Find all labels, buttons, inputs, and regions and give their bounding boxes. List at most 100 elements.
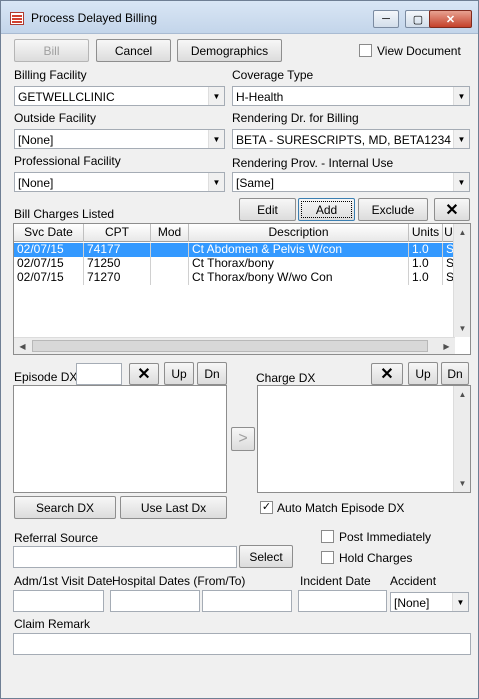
rendering-dr-value: BETA - SURESCRIPTS, MD, BETA1234 <box>236 133 451 147</box>
adm-visit-date-input[interactable] <box>13 590 104 612</box>
minimize-button[interactable]: ─ <box>373 10 399 28</box>
vertical-scrollbar[interactable]: ▲ ▼ <box>453 224 470 337</box>
use-last-dx-button[interactable]: Use Last Dx <box>120 496 227 519</box>
close-icon: ✕ <box>380 366 394 383</box>
cpt-cell: 71270 <box>84 271 151 285</box>
edit-button[interactable]: Edit <box>239 198 296 221</box>
rendering-prov-select[interactable]: [Same] ▼ <box>232 172 470 192</box>
column-header[interactable]: Svc Date <box>14 224 84 242</box>
scroll-right-icon[interactable]: ▶ <box>438 338 455 354</box>
claim-remark-label: Claim Remark <box>14 617 91 631</box>
auto-match-checkbox[interactable]: ✓ <box>260 501 273 514</box>
close-icon: ✕ <box>445 13 456 26</box>
charge-dx-dn-button[interactable]: Dn <box>441 362 469 385</box>
horizontal-scrollbar[interactable]: ◀ ▶ <box>14 337 455 354</box>
scroll-down-icon[interactable]: ▼ <box>454 320 470 337</box>
coverage-type-select[interactable]: H-Health ▼ <box>232 86 470 106</box>
exclude-button[interactable]: Exclude <box>358 198 428 221</box>
hospital-date-to-input[interactable] <box>202 590 292 612</box>
add-button[interactable]: Add <box>298 198 355 221</box>
search-dx-button[interactable]: Search DX <box>14 496 116 519</box>
scroll-left-icon[interactable]: ◀ <box>14 338 31 354</box>
units-cell: 1.0 <box>409 271 443 285</box>
referral-select-button[interactable]: Select <box>239 545 293 568</box>
episode-dx-delete-button[interactable]: ✕ <box>129 363 159 385</box>
scroll-up-icon[interactable]: ▲ <box>454 224 470 241</box>
outside-facility-value: [None] <box>18 133 54 147</box>
episode-dx-list[interactable] <box>13 385 227 493</box>
table-row[interactable]: 02/07/15 71270 Ct Thorax/bony W/wo Con 1… <box>14 271 455 285</box>
column-header[interactable]: CPT <box>84 224 151 242</box>
charge-dx-delete-button[interactable]: ✕ <box>371 363 403 385</box>
episode-dx-up-button[interactable]: Up <box>164 362 194 385</box>
post-immediately-checkbox[interactable] <box>321 530 334 543</box>
chevron-down-icon: ▼ <box>453 130 469 148</box>
svc-date-cell: 02/07/15 <box>14 243 84 257</box>
hospital-dates-label: Hospital Dates (From/To) <box>112 574 246 588</box>
professional-facility-label: Professional Facility <box>14 154 121 168</box>
episode-dx-input[interactable] <box>76 363 122 385</box>
description-cell: Ct Thorax/bony <box>189 257 409 271</box>
incident-date-input[interactable] <box>298 590 387 612</box>
billing-facility-select[interactable]: GETWELLCLINIC ▼ <box>14 86 225 106</box>
svc-date-cell: 02/07/15 <box>14 271 84 285</box>
checkmark-icon: ✓ <box>261 501 272 513</box>
hospital-date-from-input[interactable] <box>110 590 200 612</box>
move-to-charge-dx-button[interactable]: > <box>231 427 255 451</box>
episode-dx-dn-button[interactable]: Dn <box>197 362 227 385</box>
professional-facility-value: [None] <box>18 176 54 190</box>
close-icon: ✕ <box>137 366 151 383</box>
maximize-icon: ▢ <box>412 13 424 26</box>
rendering-prov-value: [Same] <box>236 176 275 190</box>
close-button[interactable]: ✕ <box>429 10 472 28</box>
bill-button[interactable]: Bill <box>14 39 89 62</box>
table-row[interactable]: 02/07/15 74177 Ct Abdomen & Pelvis W/con… <box>14 243 455 257</box>
post-immediately-label: Post Immediately <box>339 530 432 544</box>
bill-charges-label: Bill Charges Listed <box>14 207 115 221</box>
units-cell: 1.0 <box>409 257 443 271</box>
maximize-button[interactable]: ▢ <box>405 10 431 28</box>
auto-match-label: Auto Match Episode DX <box>277 501 405 515</box>
outside-facility-select[interactable]: [None] ▼ <box>14 129 225 149</box>
column-header[interactable]: Mod <box>151 224 189 242</box>
referral-source-input[interactable] <box>13 546 237 568</box>
accident-label: Accident <box>390 574 437 588</box>
title-bar: Process Delayed Billing ─ ▢ ✕ <box>1 1 478 34</box>
scroll-up-icon[interactable]: ▲ <box>454 386 471 403</box>
accident-value: [None] <box>394 596 430 610</box>
professional-facility-select[interactable]: [None] ▼ <box>14 172 225 192</box>
view-document-label: View Document <box>377 44 461 58</box>
charges-table[interactable]: Svc Date CPT Mod Description Units U 02/… <box>13 223 471 355</box>
outside-facility-label: Outside Facility <box>14 111 97 125</box>
vertical-scrollbar[interactable]: ▲ ▼ <box>453 386 470 492</box>
units-cell: 1.0 <box>409 243 443 257</box>
charge-dx-up-button[interactable]: Up <box>408 362 438 385</box>
cpt-cell: 74177 <box>84 243 151 257</box>
charge-dx-list[interactable]: ▲ ▼ <box>257 385 471 493</box>
chevron-down-icon: ▼ <box>208 87 224 105</box>
minimize-icon: ─ <box>382 13 390 25</box>
scroll-down-icon[interactable]: ▼ <box>454 475 471 492</box>
rendering-dr-select[interactable]: BETA - SURESCRIPTS, MD, BETA1234 ▼ <box>232 129 470 149</box>
accident-select[interactable]: [None] ▼ <box>390 592 469 612</box>
column-header[interactable]: Units <box>409 224 443 242</box>
mod-cell <box>151 243 189 257</box>
claim-remark-input[interactable] <box>13 633 471 655</box>
chevron-down-icon: ▼ <box>208 173 224 191</box>
billing-facility-label: Billing Facility <box>14 68 87 82</box>
view-document-checkbox[interactable] <box>359 44 372 57</box>
cancel-button[interactable]: Cancel <box>96 39 171 62</box>
delete-charge-button[interactable]: ✕ <box>434 198 470 221</box>
episode-dx-label: Episode DX <box>14 370 78 384</box>
chevron-down-icon: ▼ <box>208 130 224 148</box>
process-delayed-billing-window: Process Delayed Billing ─ ▢ ✕ Bill Cance… <box>0 0 479 699</box>
hold-charges-checkbox[interactable] <box>321 551 334 564</box>
mod-cell <box>151 257 189 271</box>
charge-dx-label: Charge DX <box>256 371 316 385</box>
scroll-thumb[interactable] <box>32 340 428 352</box>
column-header[interactable]: Description <box>189 224 409 242</box>
demographics-button[interactable]: Demographics <box>177 39 282 62</box>
table-header: Svc Date CPT Mod Description Units U <box>14 224 455 242</box>
table-row[interactable]: 02/07/15 71250 Ct Thorax/bony 1.0 S <box>14 257 455 271</box>
chevron-down-icon: ▼ <box>453 87 469 105</box>
